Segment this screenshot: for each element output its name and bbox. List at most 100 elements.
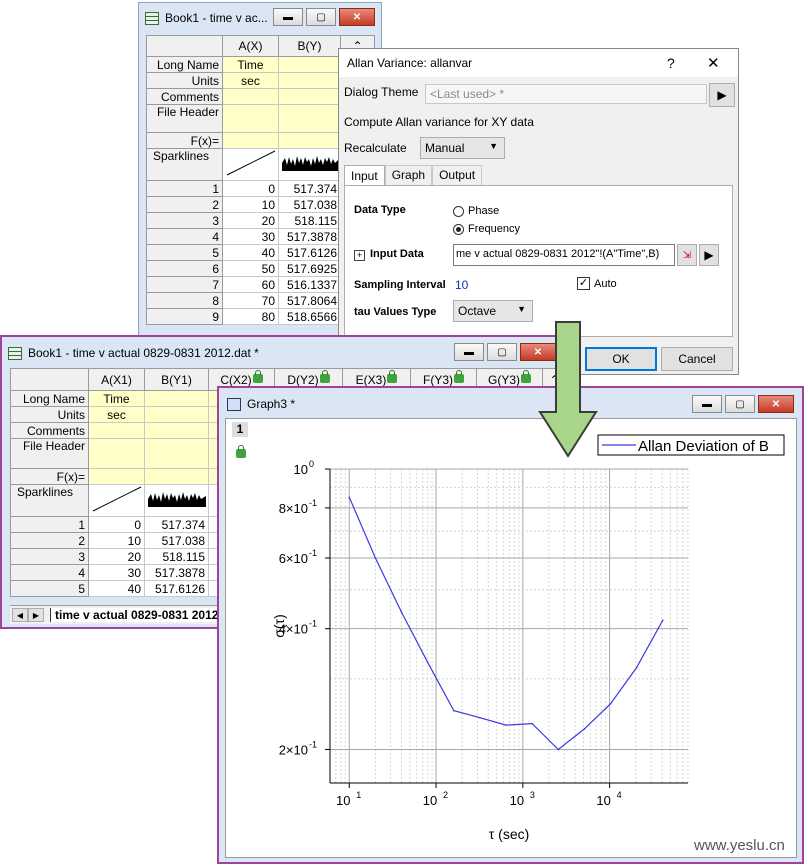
minimize-button[interactable]: ▬ xyxy=(692,395,722,413)
cell-b[interactable]: 517.3878 xyxy=(278,228,341,245)
cell-b[interactable]: 517.8064 xyxy=(278,292,341,309)
row-number[interactable]: 1 xyxy=(10,516,89,533)
cell-units-a[interactable]: sec xyxy=(222,72,279,89)
cell-b[interactable]: 517.6126 xyxy=(144,580,209,597)
cell-b[interactable]: 517.6126 xyxy=(278,244,341,261)
cell-b[interactable]: 517.374 xyxy=(278,180,341,197)
theme-arrow-button[interactable]: ▶ xyxy=(709,83,735,107)
y-tick-exponent: -1 xyxy=(309,619,317,629)
tab-scroll-left-icon[interactable]: ◀ xyxy=(12,608,28,622)
cell-b[interactable]: 517.038 xyxy=(144,532,209,549)
cell-a[interactable]: 40 xyxy=(222,244,279,261)
col-header-b[interactable]: B(Y1) xyxy=(144,368,209,391)
sparkline-b[interactable] xyxy=(278,148,341,181)
row-number[interactable]: 2 xyxy=(10,532,89,549)
row-number[interactable]: 1 xyxy=(146,180,223,197)
sheet-tab[interactable]: time v actual 0829-0831 2012 xyxy=(50,608,223,622)
cell-a[interactable]: 0 xyxy=(222,180,279,197)
cell-units-b[interactable] xyxy=(278,72,341,89)
cell-b[interactable]: 517.6925 xyxy=(278,260,341,277)
sparkline-a[interactable] xyxy=(222,148,279,181)
radio-phase-label: Phase xyxy=(468,205,500,217)
row-number[interactable]: 3 xyxy=(10,548,89,565)
book-front-titlebar[interactable]: Book1 - time v actual 0829-0831 2012.dat… xyxy=(2,337,564,369)
graph-titlebar[interactable]: Graph3 * ▬ ▢ ✕ xyxy=(219,388,802,420)
lock-icon xyxy=(454,369,464,383)
cell-b[interactable]: 518.6566 xyxy=(278,308,341,325)
auto-checkbox[interactable]: ✓ xyxy=(577,277,590,290)
sparkline-a[interactable] xyxy=(88,484,145,517)
row-number[interactable]: 3 xyxy=(146,212,223,229)
close-button[interactable]: ✕ xyxy=(758,395,794,413)
cell-a[interactable]: 50 xyxy=(222,260,279,277)
tab-scroll-right-icon[interactable]: ▶ xyxy=(28,608,44,622)
col-header-a[interactable]: A(X) xyxy=(222,35,279,57)
cell-b[interactable]: 518.115 xyxy=(278,212,341,229)
cancel-button[interactable]: Cancel xyxy=(661,347,733,371)
cell-a[interactable]: 20 xyxy=(88,548,145,565)
radio-frequency[interactable] xyxy=(453,224,464,235)
cell-a[interactable]: 30 xyxy=(222,228,279,245)
tab-input[interactable]: Input xyxy=(344,165,385,186)
allan-deviation-plot[interactable]: 10 1 10 2 10 3 10 410 08×10 -16×10 -14×10 -12×10 -1τ… xyxy=(226,419,796,857)
input-arrow-button[interactable]: ▶ xyxy=(699,244,719,266)
cell-b[interactable]: 517.038 xyxy=(278,196,341,213)
cell-a[interactable]: 20 xyxy=(222,212,279,229)
tab-graph[interactable]: Graph xyxy=(384,165,433,186)
tab-output[interactable]: Output xyxy=(432,165,483,186)
data-point xyxy=(635,666,638,669)
col-header-a[interactable]: A(X1) xyxy=(88,368,145,391)
maximize-button[interactable]: ▢ xyxy=(487,343,517,361)
cell-a[interactable]: 10 xyxy=(88,532,145,549)
book-back-titlebar[interactable]: Book1 - time v ac... ▬ ▢ ✕ xyxy=(139,3,381,33)
input-data-field[interactable]: me v actual 0829-0831 2012"!(A"Time",B) xyxy=(453,244,675,266)
tau-values-dropdown[interactable]: Octave ▼ xyxy=(453,300,533,322)
row-number[interactable]: 2 xyxy=(146,196,223,213)
cell-units-a[interactable]: sec xyxy=(88,406,145,423)
cell-a[interactable]: 60 xyxy=(222,276,279,293)
recalculate-dropdown[interactable]: Manual ▼ xyxy=(420,137,505,159)
range-select-icon[interactable]: ⇲ xyxy=(677,244,697,266)
row-number[interactable]: 4 xyxy=(146,228,223,245)
row-number[interactable]: 5 xyxy=(10,580,89,597)
cell-a[interactable]: 40 xyxy=(88,580,145,597)
x-tick-label: 10 xyxy=(423,793,437,808)
row-label-fx: F(x)= xyxy=(146,132,223,149)
row-number[interactable]: 9 xyxy=(146,308,223,325)
maximize-button[interactable]: ▢ xyxy=(306,8,336,26)
cell-long-name-b[interactable] xyxy=(278,56,341,73)
dialog-titlebar[interactable]: Allan Variance: allanvar ? ✕ xyxy=(339,49,738,77)
cell-long-name-a[interactable]: Time xyxy=(88,390,145,407)
dialog-theme-field[interactable]: <Last used> * xyxy=(425,84,707,104)
row-number[interactable]: 5 xyxy=(146,244,223,261)
cell-a[interactable]: 30 xyxy=(88,564,145,581)
cell-a[interactable]: 70 xyxy=(222,292,279,309)
cell-a[interactable]: 10 xyxy=(222,196,279,213)
cell-b[interactable]: 516.1337 xyxy=(278,276,341,293)
cell-long-name-a[interactable]: Time xyxy=(222,56,279,73)
radio-phase[interactable] xyxy=(453,206,464,217)
expand-icon[interactable]: + xyxy=(354,250,365,261)
cell-b[interactable]: 518.115 xyxy=(144,548,209,565)
minimize-button[interactable]: ▬ xyxy=(273,8,303,26)
cell-a[interactable]: 80 xyxy=(222,308,279,325)
dialog-close-icon[interactable]: ✕ xyxy=(707,54,720,72)
row-number[interactable]: 6 xyxy=(146,260,223,277)
help-icon[interactable]: ? xyxy=(667,55,675,71)
close-button[interactable]: ✕ xyxy=(339,8,375,26)
row-number[interactable]: 7 xyxy=(146,276,223,293)
sampling-interval-value[interactable]: 10 xyxy=(455,278,468,292)
minimize-button[interactable]: ▬ xyxy=(454,343,484,361)
data-point xyxy=(400,611,403,613)
book-front-title: Book1 - time v actual 0829-0831 2012.dat… xyxy=(28,346,259,360)
cell-b[interactable]: 517.3878 xyxy=(144,564,209,581)
green-arrow-icon xyxy=(538,321,598,458)
maximize-button[interactable]: ▢ xyxy=(725,395,755,413)
row-number[interactable]: 8 xyxy=(146,292,223,309)
cell-a[interactable]: 0 xyxy=(88,516,145,533)
row-number[interactable]: 4 xyxy=(10,564,89,581)
sparkline-b[interactable] xyxy=(144,484,209,517)
y-tick-exponent: 0 xyxy=(309,459,314,469)
cell-b[interactable]: 517.374 xyxy=(144,516,209,533)
col-header-b[interactable]: B(Y) xyxy=(278,35,341,57)
